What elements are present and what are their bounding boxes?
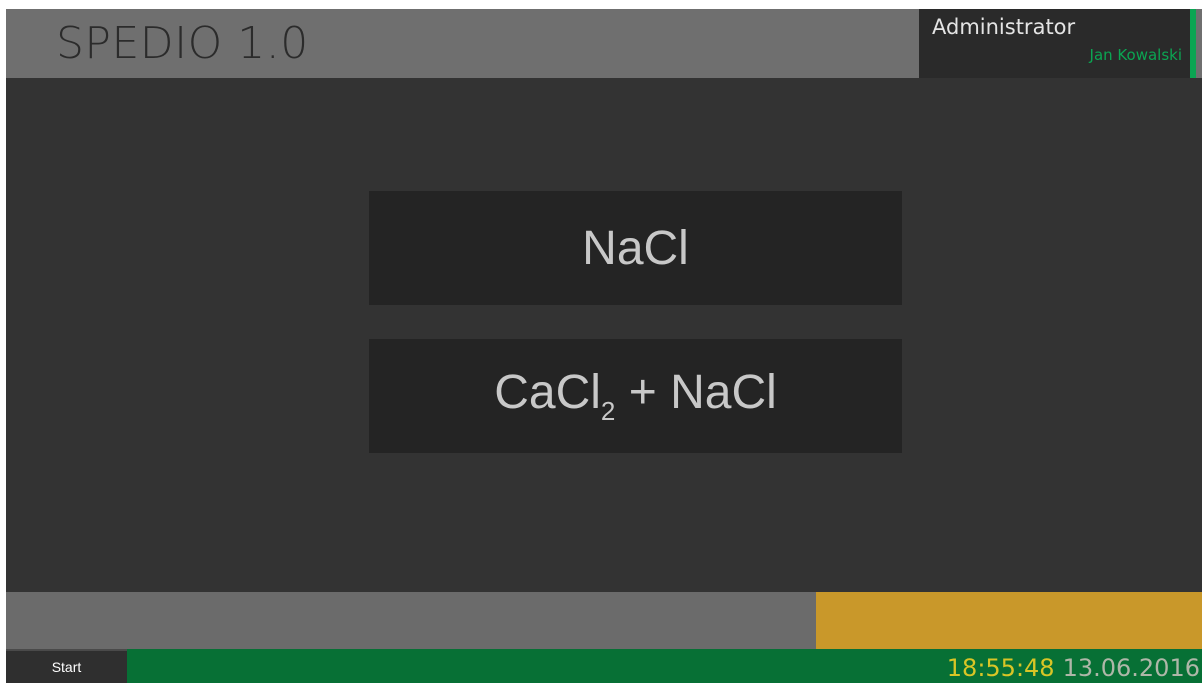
start-button[interactable]: Start xyxy=(6,649,127,683)
option-cacl2-nacl-button[interactable]: CaCl2 + NaCl xyxy=(369,339,902,453)
app-title: SPEDIO 1.0 xyxy=(56,18,309,69)
status-bar xyxy=(6,592,1202,649)
user-name: Jan Kowalski xyxy=(1089,46,1182,64)
option-cacl2-nacl-label: CaCl2 + NaCl xyxy=(494,365,777,427)
formula-subscript: 2 xyxy=(600,396,616,426)
option-nacl-button[interactable]: NaCl xyxy=(369,191,902,305)
clock: 18:55:48 13.06.2016 xyxy=(947,653,1200,683)
clock-date: 13.06.2016 xyxy=(1062,654,1200,682)
user-accent-stripe xyxy=(1190,9,1196,78)
formula-main: CaCl xyxy=(494,366,601,419)
user-panel[interactable]: Administrator Jan Kowalski xyxy=(919,9,1196,78)
header-bar: SPEDIO 1.0 Administrator Jan Kowalski xyxy=(6,9,1202,78)
formula-tail: + NaCl xyxy=(615,366,777,419)
taskbar: Start 18:55:48 13.06.2016 xyxy=(6,649,1202,683)
app-window: SPEDIO 1.0 Administrator Jan Kowalski Na… xyxy=(6,9,1202,683)
status-bar-gold-segment xyxy=(816,592,1202,649)
clock-time: 18:55:48 xyxy=(946,654,1055,682)
user-role: Administrator xyxy=(932,15,1076,39)
option-nacl-label: NaCl xyxy=(582,221,689,275)
